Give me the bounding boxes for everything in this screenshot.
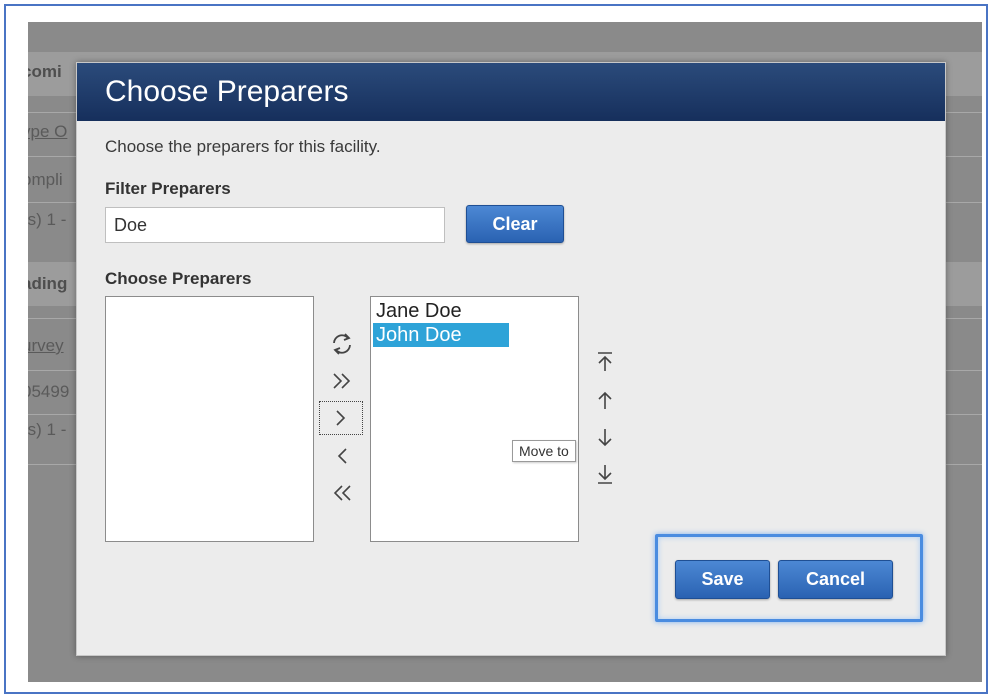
filter-input[interactable]	[105, 207, 445, 243]
background-text: ompli	[28, 170, 63, 189]
choose-preparers-dialog: Choose Preparers Choose the preparers fo…	[76, 62, 946, 656]
refresh-icon[interactable]	[320, 327, 364, 361]
filter-label: Filter Preparers	[105, 179, 231, 198]
arrow-down-icon[interactable]	[583, 421, 627, 455]
double-chevron-left-icon[interactable]	[320, 476, 364, 510]
arrow-up-icon[interactable]	[583, 383, 627, 417]
chevron-left-icon[interactable]	[320, 439, 364, 473]
background-link[interactable]: urvey	[28, 336, 64, 356]
available-preparers-list[interactable]	[105, 296, 314, 542]
background-section-title: ading	[28, 274, 68, 293]
cancel-button[interactable]: Cancel	[778, 560, 893, 599]
list-item-selected[interactable]: John Doe	[373, 323, 509, 347]
background-pager-text: (s) 1 -	[28, 420, 67, 439]
choose-preparers-label: Choose Preparers	[105, 269, 252, 288]
chevron-right-icon[interactable]	[319, 401, 363, 435]
arrow-to-bottom-icon[interactable]	[583, 457, 627, 491]
save-button[interactable]: Save	[675, 560, 770, 599]
dialog-header: Choose Preparers	[77, 63, 945, 121]
background-pager-text: (s) 1 -	[28, 210, 67, 229]
move-to-tooltip: Move to	[512, 440, 576, 462]
background-section-title: comi	[28, 62, 62, 81]
dialog-description: Choose the preparers for this facility.	[105, 137, 381, 156]
background-text: 05499	[28, 382, 70, 401]
selected-preparers-list[interactable]: Jane Doe John Doe	[370, 296, 579, 542]
double-chevron-right-icon[interactable]	[320, 364, 364, 398]
background-link[interactable]: ype O	[28, 122, 67, 142]
dialog-title: Choose Preparers	[105, 75, 349, 108]
clear-button[interactable]: Clear	[466, 205, 564, 243]
arrow-to-top-icon[interactable]	[583, 345, 627, 379]
list-item[interactable]: Jane Doe	[373, 299, 465, 323]
